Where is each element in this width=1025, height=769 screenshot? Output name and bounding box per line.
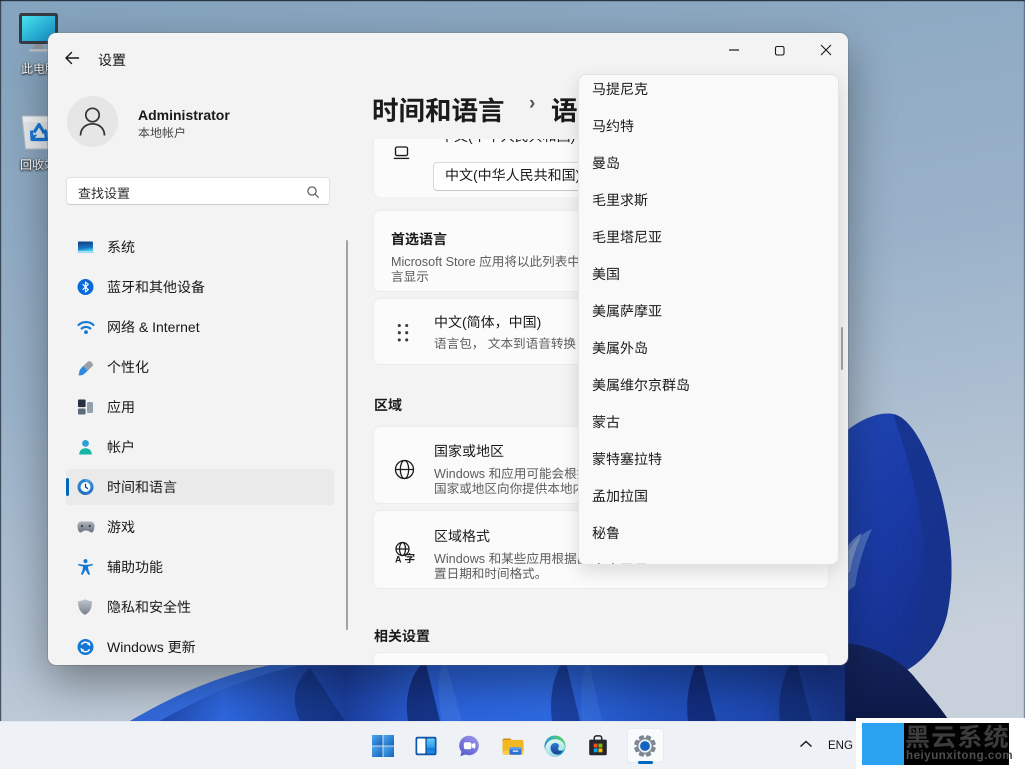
svg-text:字: 字	[405, 551, 416, 563]
svg-text:A: A	[395, 555, 402, 564]
